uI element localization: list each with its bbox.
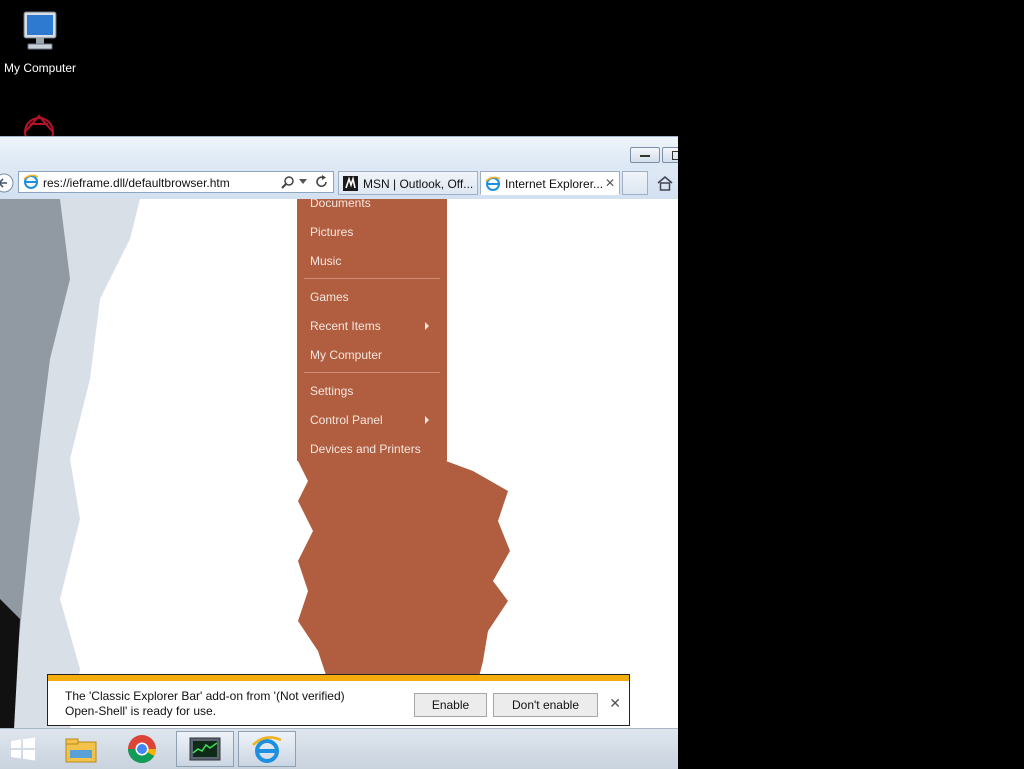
desktop-icon-partial[interactable] [16,110,62,147]
desktop-icon-label: My Computer [3,61,77,75]
maximize-button[interactable] [662,147,678,163]
desktop-icon-my-computer[interactable]: My Computer [0,8,80,75]
ie-page-icon [23,174,39,189]
chevron-down-icon[interactable] [299,179,307,185]
taskbar-chrome[interactable] [113,731,171,767]
msn-icon [343,176,358,191]
menu-item-documents[interactable]: Documents [310,199,371,210]
menu-item-my-computer[interactable]: My Computer [310,348,382,362]
close-icon[interactable]: ✕ [609,695,621,712]
minimize-button[interactable] [630,147,660,163]
addon-notification-bar: The 'Classic Explorer Bar' add-on from '… [47,674,630,726]
menu-smear-artifact [298,461,510,681]
file-explorer-icon [65,738,97,763]
menu-item-settings[interactable]: Settings [310,384,353,398]
taskbar [0,728,678,769]
internet-explorer-window: res://ieframe.dll/defaultbrowser.htm MSN… [0,136,678,729]
page-content: Documents Pictures Music Games Recent It… [0,199,678,729]
refresh-icon[interactable] [315,175,329,189]
taskbar-task-manager[interactable] [176,731,234,767]
menu-item-pictures[interactable]: Pictures [310,225,353,239]
address-text: res://ieframe.dll/defaultbrowser.htm [43,176,230,190]
menu-item-devices-and-printers[interactable]: Devices and Printers [310,442,421,456]
rendering-artifacts [0,199,140,729]
address-bar[interactable]: res://ieframe.dll/defaultbrowser.htm [18,171,334,193]
home-icon[interactable] [656,175,674,191]
task-manager-icon [189,737,221,761]
new-tab-button[interactable] [622,171,648,195]
start-button[interactable] [0,731,54,767]
taskbar-internet-explorer[interactable] [238,731,296,767]
tab-title: MSN | Outlook, Off... [363,177,474,191]
submenu-arrow-icon [425,416,429,424]
tab-internet-explorer[interactable]: Internet Explorer... ✕ [480,171,620,195]
back-arrow-icon[interactable] [0,173,14,193]
menu-item-recent-items[interactable]: Recent Items [310,319,440,333]
menu-separator [304,278,440,279]
start-menu: Documents Pictures Music Games Recent It… [297,199,447,461]
dont-enable-button[interactable]: Don't enable [493,693,598,717]
window-title-bar [0,137,678,169]
navigation-bar: res://ieframe.dll/defaultbrowser.htm MSN… [0,169,678,200]
taskbar-file-explorer[interactable] [52,731,110,767]
internet-explorer-icon [252,736,282,763]
my-computer-icon [23,11,57,50]
submenu-arrow-icon [425,322,429,330]
tab-msn[interactable]: MSN | Outlook, Off... [338,171,478,195]
menu-separator [304,372,440,373]
tab-title: Internet Explorer... [505,177,604,191]
menu-item-games[interactable]: Games [310,290,349,304]
search-icon[interactable] [281,175,295,189]
decorative-logo-icon [24,114,54,147]
close-tab-icon[interactable]: ✕ [605,176,615,190]
menu-item-music[interactable]: Music [310,254,341,268]
enable-button[interactable]: Enable [414,693,487,717]
menu-item-control-panel[interactable]: Control Panel [310,413,440,427]
chrome-icon [128,735,156,763]
ie-icon [485,176,501,191]
notification-stripe [48,675,629,681]
start-icon [11,737,35,761]
notification-message: The 'Classic Explorer Bar' add-on from '… [65,689,345,718]
